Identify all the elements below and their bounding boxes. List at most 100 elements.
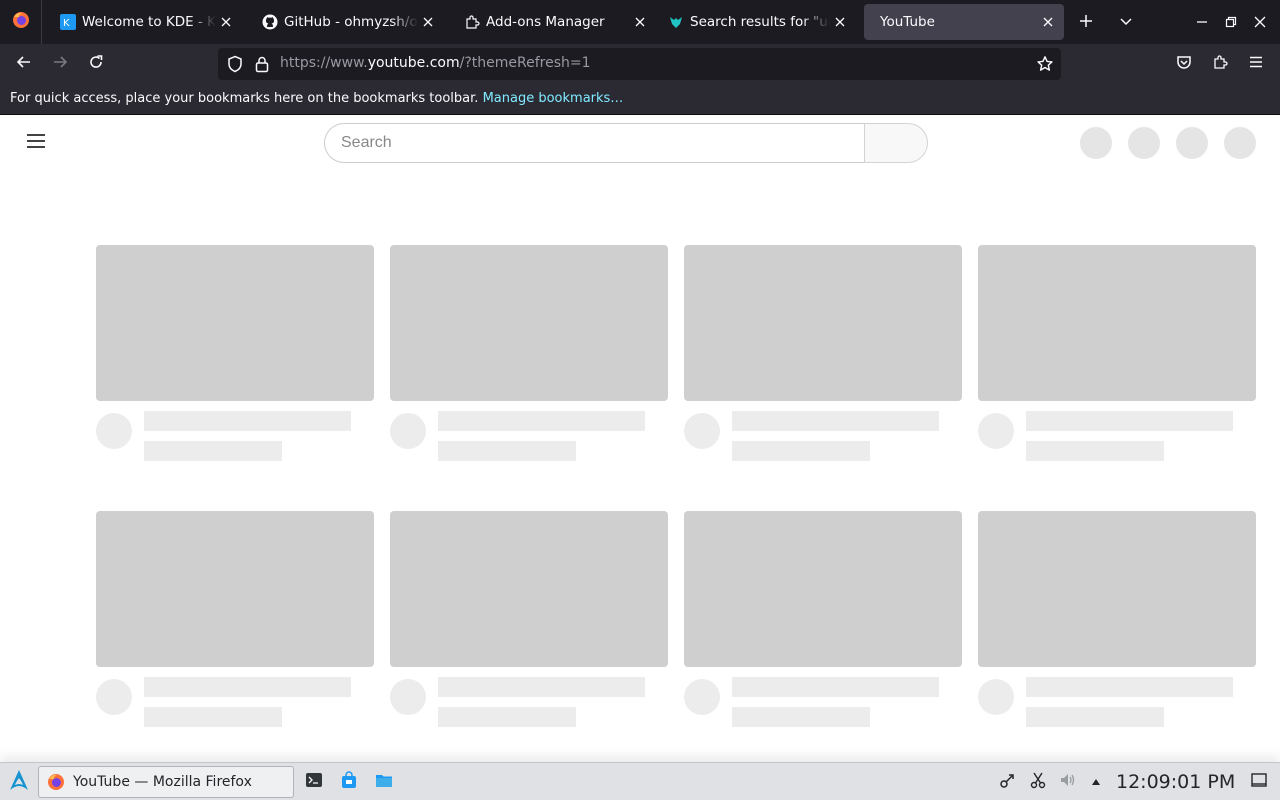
manage-bookmarks-link[interactable]: Manage bookmarks…	[483, 91, 624, 106]
puzzle-icon	[464, 14, 480, 30]
channel-avatar-placeholder	[390, 679, 426, 715]
video-card-skeleton	[390, 245, 668, 465]
video-card-skeleton	[978, 245, 1256, 465]
thumbnail-placeholder	[390, 511, 668, 667]
title-line-placeholder	[1026, 411, 1233, 431]
thumbnail-placeholder	[978, 511, 1256, 667]
title-line-placeholder	[144, 411, 351, 431]
taskbar: YouTube — Mozilla Firefox 12:09:01 PM	[0, 762, 1280, 800]
video-card-skeleton	[684, 245, 962, 465]
tab-title: Search results for "ublock origin"	[690, 14, 830, 30]
close-tab-icon[interactable]	[1038, 12, 1058, 32]
firefox-icon	[12, 11, 30, 33]
application-launcher-button[interactable]	[6, 769, 32, 795]
forward-button[interactable]	[48, 52, 72, 76]
url-text[interactable]: https://www.youtube.com/?themeRefresh=1	[280, 55, 591, 71]
channel-avatar-placeholder	[390, 413, 426, 449]
tab-title: YouTube	[880, 14, 935, 30]
task-firefox-window[interactable]: YouTube — Mozilla Firefox	[38, 766, 294, 798]
navigation-toolbar: https://www.youtube.com/?themeRefresh=1	[0, 44, 1280, 85]
back-button[interactable]	[12, 52, 36, 76]
close-tab-icon[interactable]	[630, 12, 650, 32]
thumbnail-placeholder	[390, 245, 668, 401]
title-line-placeholder	[732, 411, 939, 431]
show-desktop-button[interactable]	[1249, 772, 1269, 792]
tray-network-or-kde-connect[interactable]	[998, 772, 1018, 792]
meta-line-placeholder	[1026, 441, 1164, 461]
store-bag-icon	[340, 771, 358, 793]
youtube-page	[0, 115, 1280, 762]
close-icon	[1254, 13, 1266, 32]
app-menu-button[interactable]	[1244, 52, 1268, 76]
video-card-skeleton	[96, 511, 374, 731]
lock-icon[interactable]	[254, 55, 270, 77]
pinned-discover-launcher[interactable]	[339, 771, 359, 793]
header-placeholder-circle	[1080, 127, 1112, 159]
pocket-button[interactable]	[1172, 52, 1196, 76]
bookmarks-empty-message: For quick access, place your bookmarks h…	[10, 91, 623, 106]
bookmarks-message-text: For quick access, place your bookmarks h…	[10, 91, 479, 106]
bookmarks-toolbar: For quick access, place your bookmarks h…	[0, 85, 1280, 115]
kde-connect-icon	[999, 771, 1017, 793]
thumbnail-placeholder	[96, 511, 374, 667]
restore-button[interactable]	[1219, 10, 1243, 34]
digital-clock[interactable]: 12:09:01 PM	[1116, 771, 1235, 793]
title-line-placeholder	[732, 677, 939, 697]
restore-icon	[1225, 13, 1237, 32]
url-bar[interactable]: https://www.youtube.com/?themeRefresh=1	[218, 48, 1061, 80]
addon-search-icon	[668, 14, 684, 30]
firefox-view-button[interactable]	[0, 0, 42, 44]
minimize-button[interactable]	[1190, 10, 1214, 34]
tray-clipboard[interactable]	[1028, 772, 1048, 792]
desktop-icon	[1250, 771, 1268, 793]
tab-addon-search[interactable]: Search results for "ublock origin"	[656, 0, 856, 44]
tab-github[interactable]: GitHub - ohmyzsh/ohmyzsh	[250, 0, 444, 44]
meta-line-placeholder	[144, 441, 282, 461]
minimize-icon	[1196, 13, 1208, 32]
tab-addons-manager[interactable]: Add-ons Manager	[452, 0, 656, 44]
folder-icon	[375, 771, 393, 793]
star-icon[interactable]	[1036, 55, 1054, 77]
thumbnail-placeholder	[978, 245, 1256, 401]
tab-kde[interactable]: K Welcome to KDE - KDE Community	[48, 0, 242, 44]
pinned-terminal-launcher[interactable]	[304, 772, 324, 792]
close-tab-icon[interactable]	[830, 12, 850, 32]
tab-title: Welcome to KDE - KDE Community	[82, 14, 216, 30]
pinned-file-manager-launcher[interactable]	[374, 772, 394, 792]
list-all-tabs-button[interactable]	[1114, 10, 1138, 34]
scissors-icon	[1029, 771, 1047, 793]
tray-volume[interactable]	[1058, 772, 1078, 792]
title-line-placeholder	[144, 677, 351, 697]
tab-strip: K Welcome to KDE - KDE Community GitHub …	[0, 0, 1280, 44]
shield-icon[interactable]	[226, 55, 244, 77]
channel-avatar-placeholder	[96, 413, 132, 449]
meta-line-placeholder	[1026, 707, 1164, 727]
close-window-button[interactable]	[1248, 10, 1272, 34]
avatar-placeholder	[1224, 127, 1256, 159]
reload-icon	[88, 54, 104, 74]
new-tab-button[interactable]	[1074, 10, 1098, 34]
reload-button[interactable]	[84, 52, 108, 76]
close-tab-icon[interactable]	[418, 12, 438, 32]
thumbnail-placeholder	[684, 511, 962, 667]
plus-icon	[1079, 13, 1093, 32]
tab-youtube[interactable]: YouTube	[864, 4, 1064, 40]
close-tab-icon[interactable]	[216, 12, 236, 32]
channel-avatar-placeholder	[96, 679, 132, 715]
url-suffix: /?themeRefresh=1	[459, 55, 591, 71]
guide-menu-button[interactable]	[24, 131, 48, 155]
hamburger-icon	[1248, 54, 1264, 74]
extensions-button[interactable]	[1208, 52, 1232, 76]
thumbnail-placeholder	[684, 245, 962, 401]
triangle-up-icon	[1090, 773, 1102, 792]
meta-line-placeholder	[732, 441, 870, 461]
meta-line-placeholder	[732, 707, 870, 727]
url-prefix: https://www.	[280, 55, 368, 71]
svg-text:K: K	[63, 18, 70, 29]
video-card-skeleton	[684, 511, 962, 731]
meta-line-placeholder	[438, 441, 576, 461]
search-button[interactable]	[864, 123, 928, 163]
tab-title: Add-ons Manager	[486, 14, 605, 30]
tray-expand-button[interactable]	[1086, 772, 1106, 792]
search-input[interactable]	[324, 123, 865, 163]
